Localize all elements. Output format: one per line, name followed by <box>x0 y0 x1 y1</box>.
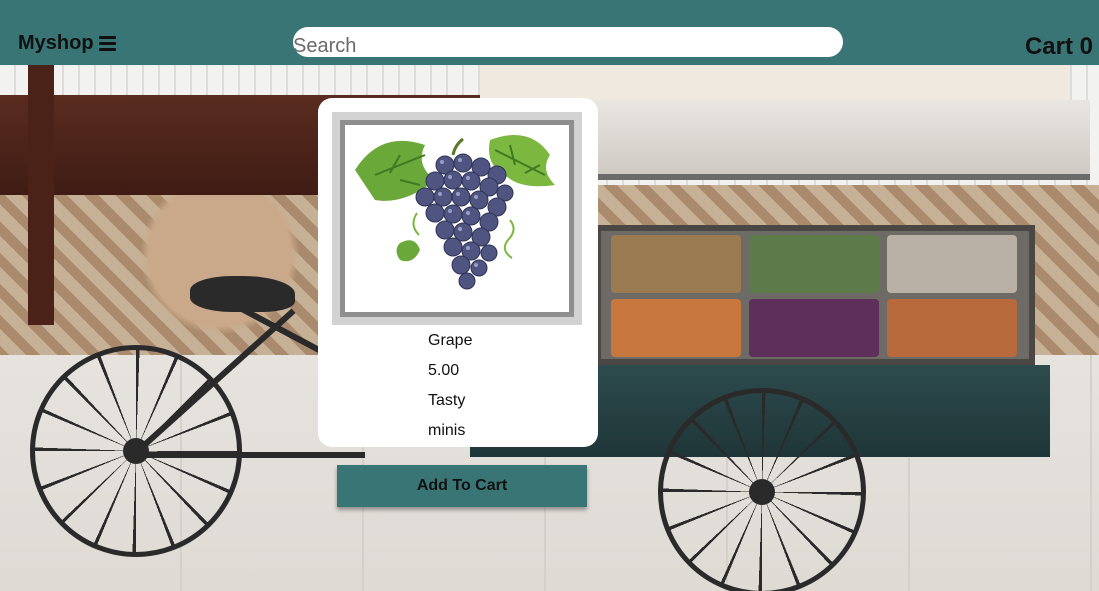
produce-bins <box>595 225 1035 365</box>
product-card: Grape 5.00 Tasty minis <box>318 98 598 447</box>
search-input[interactable] <box>293 27 843 57</box>
cart-link[interactable]: Cart 0 <box>1025 33 1093 61</box>
hamburger-menu-icon[interactable] <box>98 36 116 51</box>
brand-menu[interactable]: Myshop <box>18 32 116 55</box>
product-info: Grape 5.00 Tasty minis <box>428 326 472 446</box>
product-price: 5.00 <box>428 362 460 379</box>
product-image-frame <box>332 112 582 325</box>
product-description: Tasty <box>428 392 466 409</box>
grape-bunch-image <box>355 135 555 290</box>
product-image <box>340 120 574 317</box>
add-to-cart-button[interactable]: Add To Cart <box>337 465 587 507</box>
top-nav-bar: Myshop Cart 0 <box>0 0 1099 65</box>
bench-leg <box>28 65 54 325</box>
product-category: minis <box>428 422 466 439</box>
product-name: Grape <box>428 332 473 349</box>
brand-name: Myshop <box>18 32 94 54</box>
